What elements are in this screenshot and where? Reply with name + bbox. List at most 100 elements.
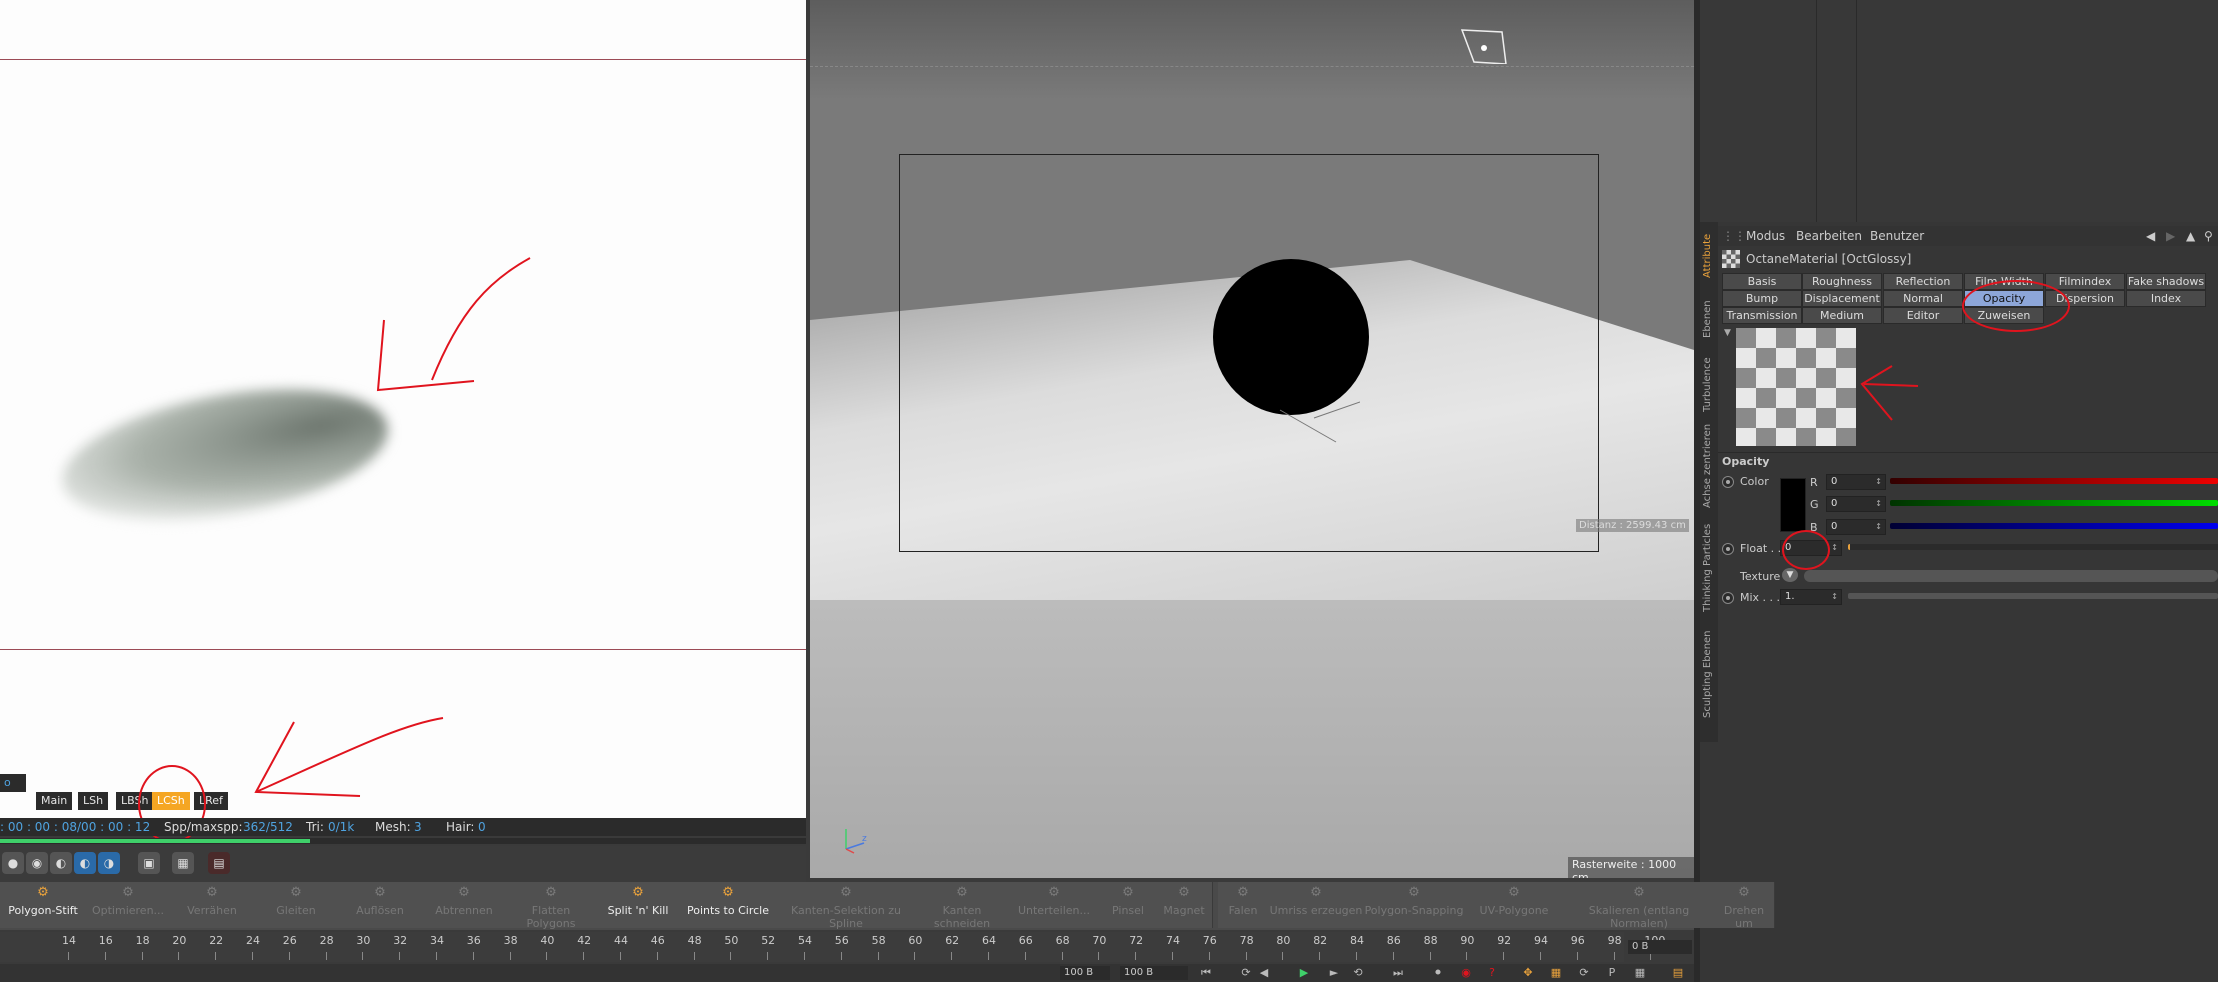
float-animate-toggle[interactable] [1722,543,1734,555]
side-tab-attribute[interactable]: Attribute [1702,228,1716,278]
material-icon[interactable]: ◐ [50,852,72,874]
timeline-tick-mark [252,952,253,960]
tab-lsh[interactable]: LSh [78,792,109,810]
compare-icon[interactable]: ▣ [138,852,160,874]
tab-main[interactable]: Main [36,792,73,810]
lock-icon[interactable]: ● [2,852,24,874]
color-animate-toggle[interactable] [1722,476,1734,488]
tab-filmindex[interactable]: Filmindex [2045,273,2125,290]
channel-icon[interactable]: ◐ [74,852,96,874]
timeline-tick-label: 22 [209,934,224,947]
side-tab-thinking-particles[interactable]: Thinking Particles [1702,512,1716,612]
tab-reflection[interactable]: Reflection [1883,273,1963,290]
texture-field[interactable] [1804,570,2218,582]
tool-rotate[interactable]: ⚙ Drehen um [1714,882,1775,930]
tool-dissolve[interactable]: ⚙ Auflösen [338,882,423,928]
tab-basis[interactable]: Basis [1722,273,1802,290]
tab-roughness[interactable]: Roughness [1802,273,1882,290]
tab-transmission[interactable]: Transmission [1722,307,1802,324]
tool-optimize[interactable]: ⚙ Optimieren... [86,882,171,928]
tool-outline[interactable]: ⚙ Umriss erzeugen [1268,882,1365,928]
timeline-tick-mark [583,952,585,960]
tool-split[interactable]: ⚙ Abtrennen [422,882,507,928]
grid-key-icon[interactable]: ▦ [1632,965,1648,981]
tool-scale[interactable]: ⚙ Skalieren (entlang Normalen) [1564,882,1715,930]
r-slider[interactable] [1890,478,2218,484]
tool-slide[interactable]: ⚙ Gleiten [254,882,339,928]
forward-arrow-icon[interactable]: ▶ [2166,229,2175,243]
tool-spline[interactable]: ⚙ Kanten-Selektion zu Spline [776,882,917,930]
tool-snap[interactable]: ⚙ Polygon-Snapping [1364,882,1465,928]
tab-editor[interactable]: Editor [1883,307,1963,324]
help-icon[interactable]: ? [1484,965,1500,981]
tab-bump[interactable]: Bump [1722,290,1802,307]
search-icon[interactable]: ⚲ [2204,229,2213,243]
side-tab-ebenen[interactable]: Ebenen [1702,288,1716,338]
b-field[interactable]: 0 [1826,519,1886,535]
texture-dropdown-icon[interactable]: ▼ [1782,568,1798,582]
up-arrow-icon[interactable]: ▲ [2186,229,2195,243]
tool-circle[interactable]: ⚙ Points to Circle [680,882,777,928]
g-field[interactable]: 0 [1826,496,1886,512]
side-tab-sculpting[interactable]: Sculpting Ebenen [1702,618,1716,718]
render-progress-bar [0,838,806,844]
color-swatch[interactable] [1780,478,1806,532]
end-frame-field[interactable]: 100 B [1120,966,1188,980]
tab-medium[interactable]: Medium [1802,307,1882,324]
menu-modus[interactable]: Modus [1746,229,1785,243]
timeline-menu-icon[interactable]: ▤ [1670,965,1686,981]
timeline[interactable]: 14 16 18 20 22 24 26 28 30 32 34 36 38 40 42 44 46 48 50 52… [0,932,1665,962]
tool-uv[interactable]: ⚙ UV-Polygone [1464,882,1565,928]
object-axis-lines [1279,401,1360,443]
side-tab-turbulence[interactable]: Turbulence [1702,342,1716,412]
record-icon[interactable]: ◉ [1458,965,1474,981]
area-light-icon[interactable] [1460,28,1508,64]
tool-cut[interactable]: ⚙ Kanten schneiden [916,882,1009,930]
mix-slider[interactable] [1848,593,2218,599]
tool-pen[interactable]: ⚙ Polygon-Stift [0,882,87,928]
tab-displacement[interactable]: Displacement [1802,290,1882,307]
timeline-tick-label: 72 [1129,934,1144,947]
key-icon[interactable]: ⚫ [1430,965,1446,981]
preview-collapse-icon[interactable]: ▼ [1724,328,1731,338]
record-loop-icon[interactable]: ⟲ [1350,965,1366,981]
tool-magnet[interactable]: ⚙ Magnet [1156,882,1213,928]
float-slider[interactable] [1848,544,2218,550]
tool-brush[interactable]: ⚙ Pinsel [1100,882,1157,928]
loop-icon[interactable]: ⟳ [1238,965,1254,981]
step-forward-icon[interactable]: ► [1326,965,1342,981]
grid-icon[interactable]: ▦ [172,852,194,874]
menu-bearbeiten[interactable]: Bearbeiten [1796,229,1862,243]
param-icon[interactable]: P [1604,965,1620,981]
alpha-icon[interactable]: ◑ [98,852,120,874]
rotate-icon[interactable]: ⟳ [1576,965,1592,981]
tool-stitch[interactable]: ⚙ Verrähen [170,882,255,928]
move-icon[interactable]: ✥ [1520,965,1536,981]
region-icon[interactable]: ▤ [208,852,230,874]
tab-fake-shadows[interactable]: Fake shadows [2126,273,2206,290]
step-back-icon[interactable]: ◀ [1256,965,1272,981]
r-field[interactable]: 0 [1826,474,1886,490]
current-frame-field[interactable]: 0 B [1628,940,1692,954]
start-frame-field[interactable]: 100 B [1060,966,1110,980]
back-arrow-icon[interactable]: ◀ [2146,229,2155,243]
b-slider[interactable] [1890,523,2218,529]
g-slider[interactable] [1890,500,2218,506]
tab-normal[interactable]: Normal [1883,290,1963,307]
mix-animate-toggle[interactable] [1722,592,1734,604]
scale-icon[interactable]: ▦ [1548,965,1564,981]
tool-fold[interactable]: ⚙ Falen [1218,882,1269,928]
tool-subdivide[interactable]: ⚙ Unterteilen... [1008,882,1101,928]
tool-split-kill[interactable]: ⚙ Split 'n' Kill [596,882,681,928]
side-tab-achse[interactable]: Achse zentrieren [1702,418,1716,508]
3d-viewport[interactable]: Distanz : 2599.43 cm Rasterweite : 1000 … [810,0,1694,878]
mix-field[interactable]: 1. [1780,589,1842,605]
tab-index[interactable]: Index [2126,290,2206,307]
render-left-stub[interactable]: o [0,774,26,792]
menu-benutzer[interactable]: Benutzer [1870,229,1924,243]
play-icon[interactable]: ▶ [1296,965,1312,981]
tool-flatten[interactable]: ⚙ Flatten Polygons [506,882,597,930]
goto-end-icon[interactable]: ⏭ [1390,965,1406,981]
sphere-icon[interactable]: ◉ [26,852,48,874]
goto-start-icon[interactable]: ⏮ [1198,965,1214,981]
